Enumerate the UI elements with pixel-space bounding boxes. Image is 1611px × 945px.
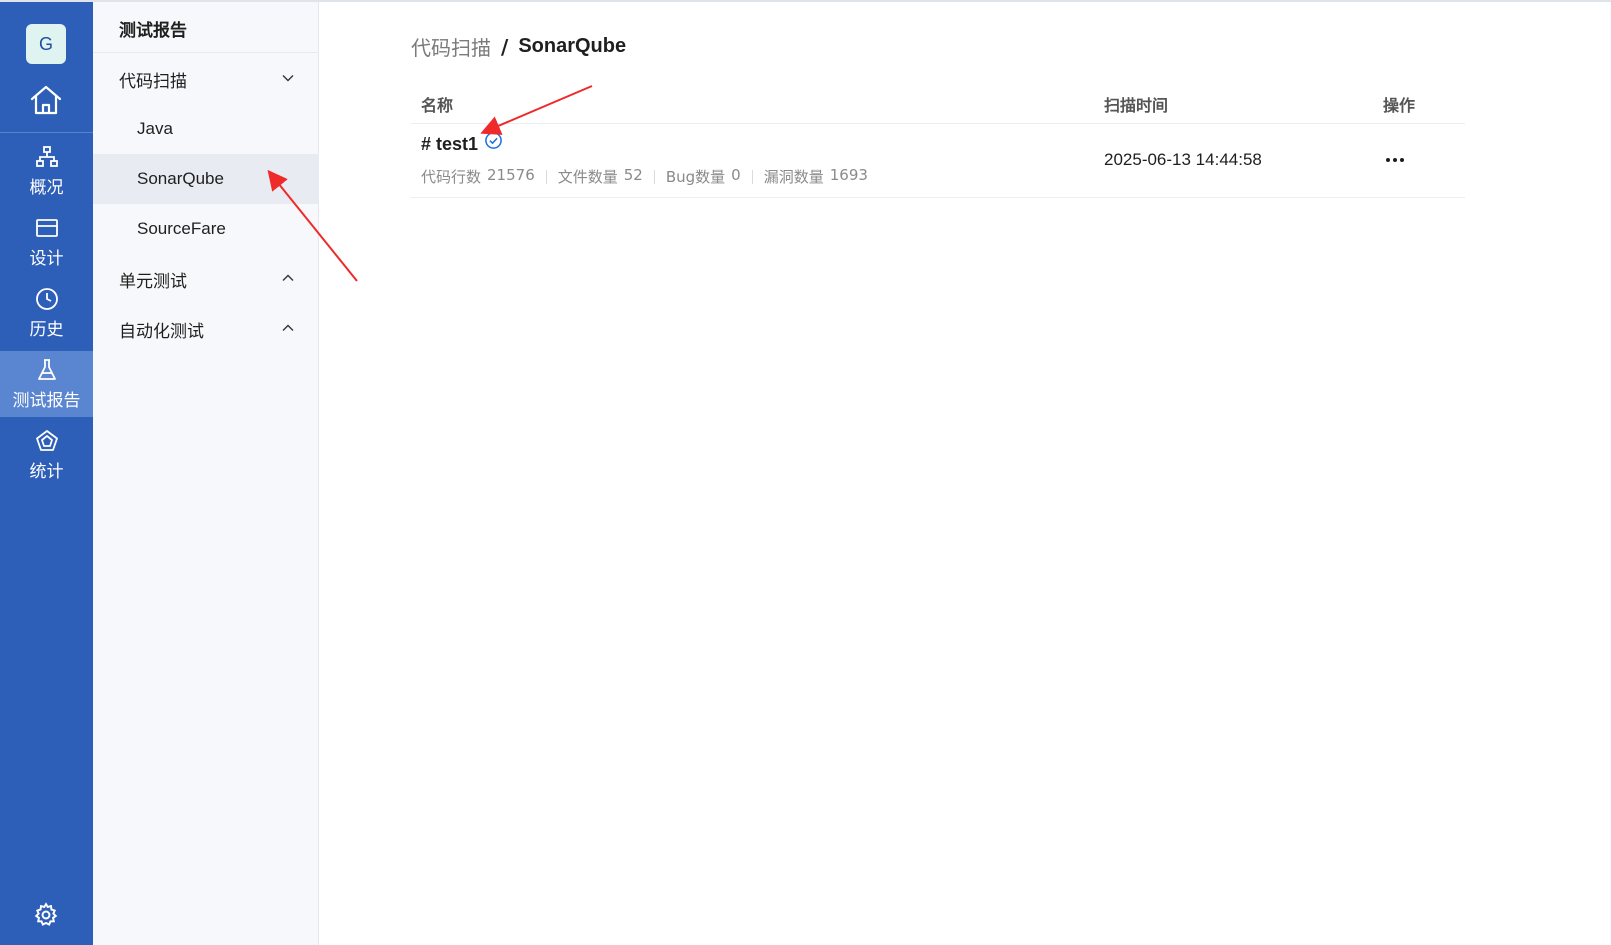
- metric-vulnerabilities: 漏洞数量 1693: [764, 166, 868, 187]
- scan-metrics: 代码行数 21576 文件数量 52 Bug数量 0 漏洞数量 1693: [421, 166, 868, 187]
- scan-time: 2025-06-13 14:44:58: [1104, 150, 1262, 169]
- rail-item-test-report[interactable]: 测试报告: [0, 351, 93, 417]
- pentagon-icon: [35, 429, 58, 451]
- metric-value: 21576: [487, 166, 535, 184]
- gear-icon[interactable]: [33, 902, 59, 928]
- breadcrumb-separator: /: [501, 34, 509, 59]
- home-icon[interactable]: [28, 82, 64, 118]
- rail-item-overview[interactable]: 概况: [0, 138, 93, 204]
- avatar[interactable]: G: [26, 24, 66, 64]
- breadcrumb-parent[interactable]: 代码扫描: [411, 32, 491, 61]
- rail-item-label: 设计: [29, 248, 64, 269]
- chevron-up-icon: [282, 274, 294, 281]
- main-content: 代码扫描 / SonarQube 名称 扫描时间 操作 # test1 代码行数…: [319, 0, 1611, 945]
- rail-item-statistics[interactable]: 统计: [0, 422, 93, 488]
- sidebar-group-code-scan[interactable]: 代码扫描: [93, 54, 319, 104]
- metric-value: 1693: [829, 166, 868, 184]
- rail-item-label: 统计: [29, 461, 64, 482]
- scan-name[interactable]: # test1: [421, 132, 503, 155]
- sidebar-title: 测试报告: [119, 21, 187, 41]
- sidebar-group-label: 单元测试: [119, 271, 187, 292]
- rail-item-label: 测试报告: [12, 390, 81, 411]
- rail-item-label: 历史: [29, 319, 64, 340]
- rail-item-label: 概况: [29, 177, 64, 198]
- chevron-down-icon: [282, 75, 294, 82]
- sidebar-group-unit-test[interactable]: 单元测试: [93, 254, 319, 304]
- table-header: 名称 扫描时间 操作: [411, 82, 1465, 124]
- divider: [93, 52, 319, 53]
- metric-label: 代码行数: [421, 168, 482, 186]
- rail-item-design[interactable]: 设计: [0, 209, 93, 275]
- scan-name-text[interactable]: # test1: [421, 134, 478, 155]
- check-circle-icon: [485, 132, 502, 149]
- column-name: 名称: [421, 96, 454, 115]
- metric-value: 52: [623, 166, 643, 184]
- flask-icon: [37, 358, 56, 380]
- column-actions: 操作: [1383, 96, 1416, 115]
- metric-label: Bug数量: [665, 168, 726, 186]
- metric-value: 0: [731, 166, 741, 184]
- sidebar-group-label: 代码扫描: [119, 71, 187, 92]
- rail-divider: [0, 132, 93, 133]
- sidebar-group-label: 自动化测试: [119, 321, 204, 342]
- breadcrumb: 代码扫描 / SonarQube: [411, 32, 626, 61]
- clock-icon: [35, 287, 58, 310]
- hierarchy-icon: [35, 145, 58, 167]
- card-icon: [35, 218, 58, 237]
- chevron-up-icon: [282, 324, 294, 331]
- report-sidebar: 测试报告 代码扫描 Java SonarQube SourceFare 单元测试…: [93, 0, 319, 945]
- sidebar-item-sourcefare[interactable]: SourceFare: [93, 204, 319, 254]
- metric-lines: 代码行数 21576: [421, 166, 535, 187]
- divider: [545, 169, 547, 184]
- more-icon[interactable]: [1383, 148, 1407, 172]
- divider: [653, 169, 655, 184]
- metric-files: 文件数量 52: [558, 166, 643, 187]
- sidebar-item-java[interactable]: Java: [93, 104, 319, 154]
- breadcrumb-current: SonarQube: [518, 35, 627, 57]
- metric-label: 文件数量: [557, 168, 618, 186]
- divider: [751, 169, 753, 184]
- rail-item-history[interactable]: 历史: [0, 280, 93, 346]
- metric-bugs: Bug数量 0: [666, 166, 741, 187]
- sidebar-item-sonarqube[interactable]: SonarQube: [93, 154, 319, 204]
- sidebar-group-automation-test[interactable]: 自动化测试: [93, 304, 319, 354]
- column-scan-time: 扫描时间: [1104, 96, 1169, 115]
- metric-label: 漏洞数量: [763, 168, 824, 186]
- app-rail: G 概况 设计 历史 测试报告 统计: [0, 0, 93, 945]
- table-row[interactable]: # test1 代码行数 21576 文件数量 52 Bug数量 0 漏洞数量: [411, 124, 1465, 198]
